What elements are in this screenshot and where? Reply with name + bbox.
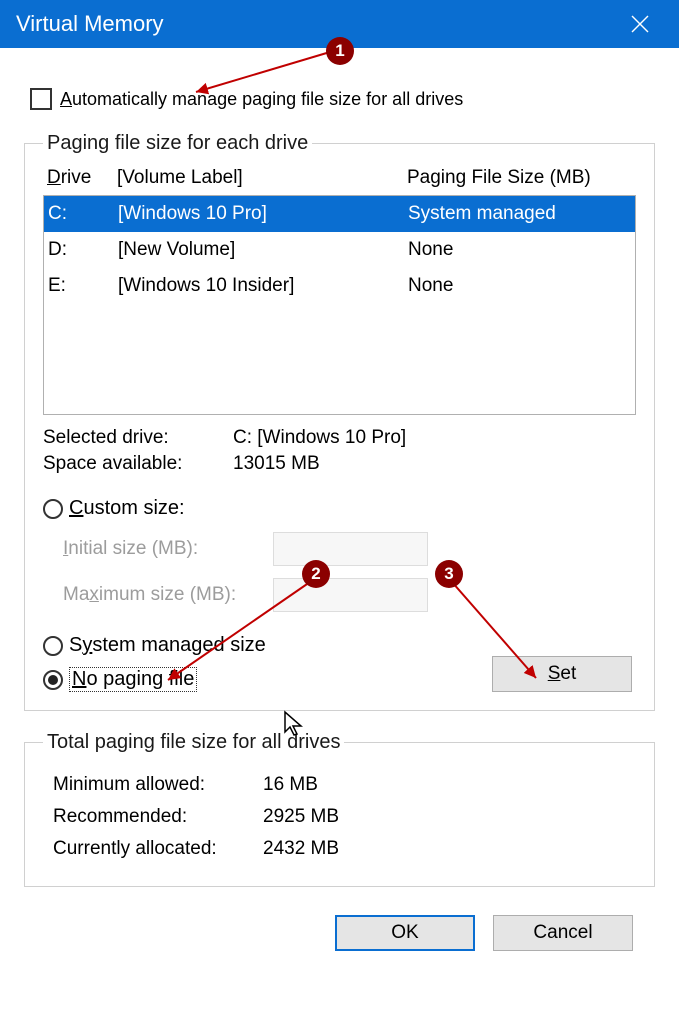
maximum-size-label: Maximum size (MB): — [63, 584, 273, 606]
recommended-row: Recommended: 2925 MB — [53, 806, 636, 828]
drive-letter: E: — [48, 270, 118, 302]
selected-drive-label: Selected drive: — [43, 427, 233, 449]
annotation-marker-3: 3 — [435, 560, 463, 588]
drive-paging-size: None — [398, 234, 635, 266]
col-volume-header: [Volume Label] — [117, 167, 397, 189]
col-drive-header: Drive — [47, 167, 117, 189]
recommended-value: 2925 MB — [263, 806, 339, 828]
list-header: Drive [Volume Label] Paging File Size (M… — [43, 165, 636, 191]
space-available-value: 13015 MB — [233, 453, 320, 475]
radio-circle-icon — [43, 636, 63, 656]
drive-list[interactable]: C:[Windows 10 Pro]System managedD:[New V… — [43, 195, 636, 415]
close-icon — [631, 15, 649, 33]
drive-list-row[interactable]: D:[New Volume]None — [44, 232, 635, 268]
selected-drive-value: C: [Windows 10 Pro] — [233, 427, 406, 449]
col-pfs-header: Paging File Size (MB) — [397, 167, 636, 189]
drive-volume-label: [Windows 10 Insider] — [118, 270, 398, 302]
initial-size-input — [273, 532, 428, 566]
maximum-size-row: Maximum size (MB): — [63, 578, 636, 612]
checkbox-box-icon — [30, 88, 52, 110]
initial-size-row: Initial size (MB): — [63, 532, 636, 566]
annotation-marker-2: 2 — [302, 560, 330, 588]
dialog-content: Automatically manage paging file size fo… — [0, 48, 679, 969]
drive-list-row[interactable]: E:[Windows 10 Insider]None — [44, 268, 635, 304]
drive-letter: C: — [48, 198, 118, 230]
auto-manage-label: Automatically manage paging file size fo… — [60, 89, 463, 110]
radio-circle-icon — [43, 670, 63, 690]
space-available-row: Space available: 13015 MB — [43, 453, 636, 475]
recommended-label: Recommended: — [53, 806, 263, 828]
group1-legend: Paging file size for each drive — [43, 132, 312, 155]
cancel-button[interactable]: Cancel — [493, 915, 633, 951]
drive-paging-size: System managed — [398, 198, 635, 230]
drive-letter: D: — [48, 234, 118, 266]
radio-none-label: No paging file — [69, 667, 197, 692]
drive-paging-size: None — [398, 270, 635, 302]
drive-list-row[interactable]: C:[Windows 10 Pro]System managed — [44, 196, 635, 232]
radio-circle-icon — [43, 499, 63, 519]
minimum-allowed-row: Minimum allowed: 16 MB — [53, 774, 636, 796]
dialog-footer: OK Cancel — [24, 901, 655, 951]
ok-button[interactable]: OK — [335, 915, 475, 951]
selected-drive-row: Selected drive: C: [Windows 10 Pro] — [43, 427, 636, 449]
annotation-marker-1: 1 — [326, 37, 354, 65]
set-button[interactable]: Set — [492, 656, 632, 692]
minimum-allowed-label: Minimum allowed: — [53, 774, 263, 796]
paging-size-group: Paging file size for each drive Drive [V… — [24, 132, 655, 711]
radio-custom-label: Custom size: — [69, 497, 185, 520]
auto-manage-checkbox[interactable]: Automatically manage paging file size fo… — [30, 88, 655, 110]
radio-system-label: System managed size — [69, 634, 266, 657]
drive-volume-label: [Windows 10 Pro] — [118, 198, 398, 230]
close-button[interactable] — [617, 1, 663, 47]
radio-system-managed[interactable]: System managed size — [43, 634, 636, 657]
space-available-label: Space available: — [43, 453, 233, 475]
currently-allocated-label: Currently allocated: — [53, 838, 263, 860]
initial-size-label: Initial size (MB): — [63, 538, 273, 560]
maximum-size-input — [273, 578, 428, 612]
radio-custom-size[interactable]: Custom size: — [43, 497, 636, 520]
currently-allocated-row: Currently allocated: 2432 MB — [53, 838, 636, 860]
minimum-allowed-value: 16 MB — [263, 774, 318, 796]
window-title: Virtual Memory — [16, 11, 164, 37]
cursor-icon — [283, 710, 305, 738]
total-paging-group: Total paging file size for all drives Mi… — [24, 731, 655, 887]
drive-volume-label: [New Volume] — [118, 234, 398, 266]
currently-allocated-value: 2432 MB — [263, 838, 339, 860]
